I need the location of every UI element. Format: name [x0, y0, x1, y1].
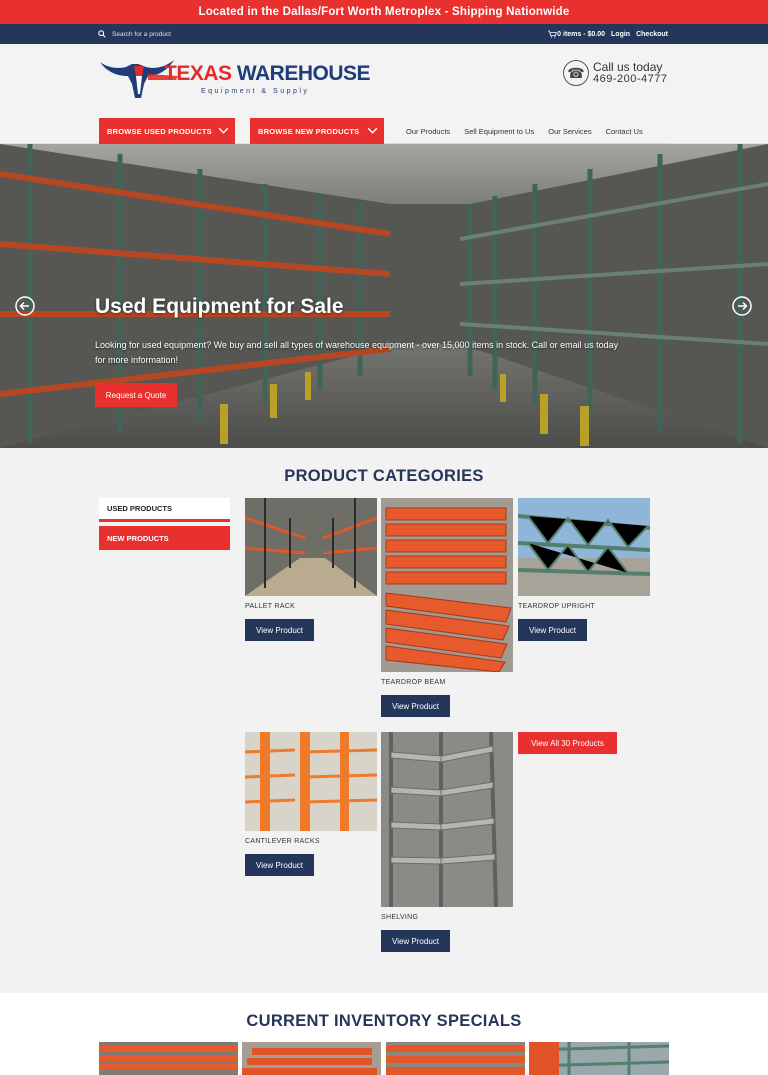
site-logo[interactable]: TEXAS WAREHOUSE Equipment & Supply — [98, 52, 371, 102]
nav-our-products[interactable]: Our Products — [406, 127, 450, 136]
view-product-button[interactable]: View Product — [381, 930, 450, 952]
view-product-button[interactable]: View Product — [381, 695, 450, 717]
cantilever-racks-name[interactable]: CANTILEVER RACKS — [245, 838, 320, 845]
phone-number[interactable]: 469-200-4777 — [593, 73, 668, 85]
site-header: TEXAS WAREHOUSE Equipment & Supply ☎ Cal… — [0, 44, 768, 144]
browse-new-button[interactable]: BROWSE NEW PRODUCTS — [250, 118, 384, 144]
logo-title-warehouse: WAREHOUSE — [236, 62, 371, 85]
special-item-image[interactable] — [529, 1042, 669, 1075]
chevron-down-icon — [367, 127, 378, 134]
special-item-image[interactable] — [99, 1042, 238, 1075]
view-product-button[interactable]: View Product — [245, 854, 314, 876]
slider-prev-icon[interactable] — [15, 296, 35, 316]
nav-contact-us[interactable]: Contact Us — [606, 127, 643, 136]
browse-used-button[interactable]: BROWSE USED PRODUCTS — [99, 118, 235, 144]
search-icon — [98, 30, 106, 38]
pallet-rack-image[interactable] — [245, 498, 377, 596]
utility-bar: 0 items - $0.00 Login Checkout — [0, 24, 768, 44]
teardrop-upright-name[interactable]: TEARDROP UPRIGHT — [518, 603, 595, 610]
tab-new-products[interactable]: NEW PRODUCTS — [99, 526, 230, 550]
shelving-image[interactable] — [381, 732, 513, 907]
special-item-image[interactable] — [386, 1042, 525, 1075]
view-product-button[interactable]: View Product — [518, 619, 587, 641]
specials-title: CURRENT INVENTORY SPECIALS — [246, 1012, 522, 1030]
browse-used-label: BROWSE USED PRODUCTS — [107, 126, 212, 136]
checkout-link[interactable]: Checkout — [636, 31, 668, 38]
announcement-bar: Located in the Dallas/Fort Worth Metropl… — [0, 0, 768, 24]
cart-summary-link[interactable]: 0 items - $0.00 — [557, 31, 605, 38]
main-nav: BROWSE USED PRODUCTS BROWSE NEW PRODUCTS… — [99, 118, 669, 144]
pallet-rack-name[interactable]: PALLET RACK — [245, 603, 295, 610]
cart-icon[interactable] — [548, 30, 557, 38]
browse-new-label: BROWSE NEW PRODUCTS — [258, 126, 360, 136]
slider-next-icon[interactable] — [732, 296, 752, 316]
phone-icon: ☎ — [563, 60, 589, 86]
categories-title: PRODUCT CATEGORIES — [284, 467, 484, 485]
teardrop-upright-image[interactable] — [518, 498, 650, 596]
chevron-down-icon — [218, 127, 229, 134]
nav-links: Our Products Sell Equipment to Us Our Se… — [406, 118, 643, 144]
shelving-name[interactable]: SHELVING — [381, 914, 418, 921]
hero-slider: Used Equipment for Sale Looking for used… — [0, 144, 768, 448]
logo-title-texas: TEXAS — [164, 62, 232, 85]
nav-sell-equipment[interactable]: Sell Equipment to Us — [464, 127, 534, 136]
hero-title: Used Equipment for Sale — [95, 295, 344, 318]
call-label: Call us today — [593, 60, 663, 74]
hero-description: Looking for used equipment? We buy and s… — [95, 340, 619, 365]
tab-used-products[interactable]: USED PRODUCTS — [99, 498, 230, 522]
logo-title: TEXAS WAREHOUSE — [164, 62, 371, 86]
login-link[interactable]: Login — [611, 31, 630, 38]
special-item-image[interactable] — [242, 1042, 381, 1075]
teardrop-beam-image[interactable] — [381, 498, 513, 672]
cantilever-racks-image[interactable] — [245, 732, 377, 831]
request-quote-button[interactable]: Request a Quote — [95, 383, 177, 407]
call-box[interactable]: ☎ Call us today 469-200-4777 — [563, 60, 668, 86]
view-product-button[interactable]: View Product — [245, 619, 314, 641]
logo-subtitle: Equipment & Supply — [201, 88, 310, 95]
search-input[interactable] — [112, 30, 222, 38]
view-all-products-button[interactable]: View All 30 Products — [518, 732, 617, 754]
nav-our-services[interactable]: Our Services — [548, 127, 591, 136]
utility-links: 0 items - $0.00 Login Checkout — [548, 24, 668, 44]
teardrop-beam-name[interactable]: TEARDROP BEAM — [381, 679, 445, 686]
search-box[interactable] — [98, 24, 222, 44]
